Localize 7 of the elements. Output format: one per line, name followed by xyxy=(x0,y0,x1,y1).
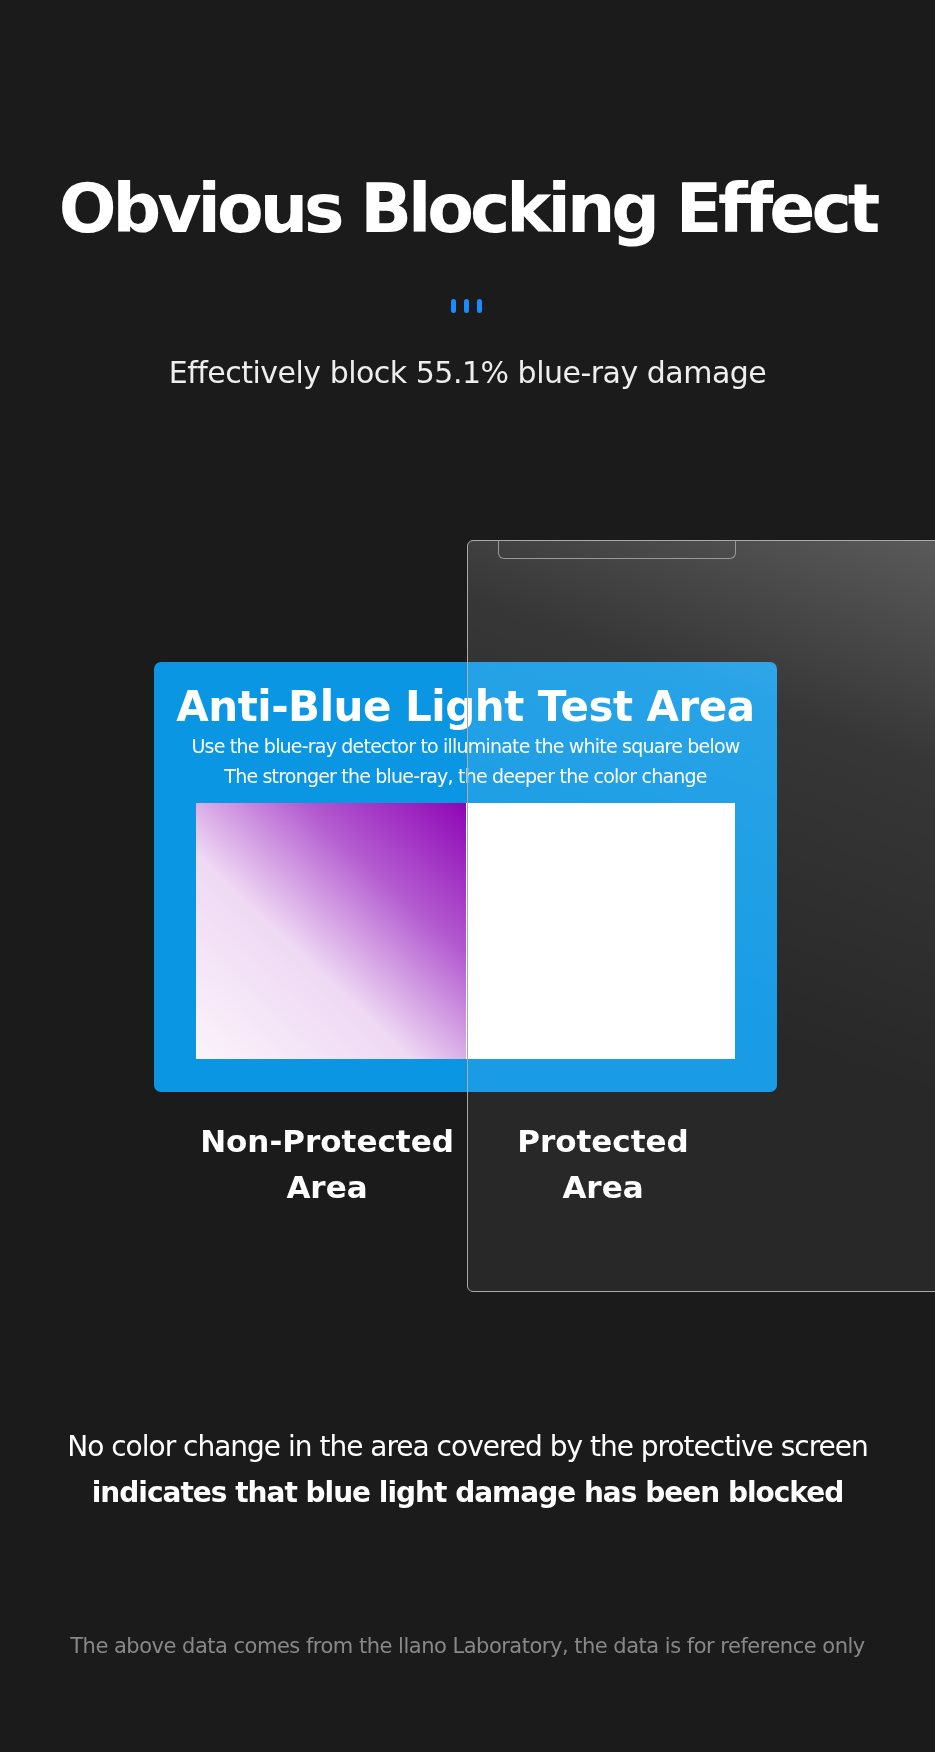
footnote: The above data comes from the llano Laboratory, the data is for reference only xyxy=(70,1633,865,1658)
conclusion-text: No color change in the area covered by the protective screen indicates that blue light damage has been blocked xyxy=(66,1428,869,1511)
area-label: Non-Protected Area xyxy=(199,1121,455,1207)
area-label: Protected Area xyxy=(516,1121,690,1207)
dots-icon xyxy=(450,298,485,313)
subtitle: Effectively block 55.1% blue-ray damage xyxy=(168,354,767,390)
headline: Obvious Blocking Effect xyxy=(58,172,877,247)
